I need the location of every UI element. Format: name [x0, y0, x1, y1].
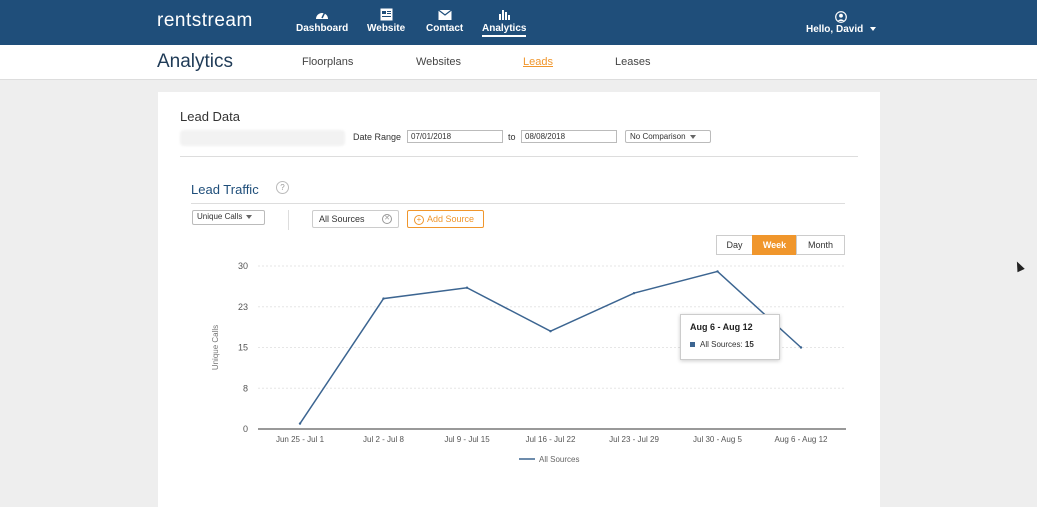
user-greeting: Hello, David	[805, 24, 864, 35]
data-point	[632, 291, 636, 295]
chart-tooltip: Aug 6 - Aug 12 All Sources: 15	[680, 314, 780, 360]
lead-traffic-chart: 0 8 15 23 30 Unique Calls Jun 25 - Jul 1 Jul 2 …	[211, 261, 846, 464]
x-tick-label: Jul 9 - Jul 15	[444, 435, 490, 444]
data-point	[298, 422, 302, 425]
tooltip-value: 15	[744, 340, 754, 349]
tab-floorplans[interactable]: Floorplans	[302, 56, 353, 68]
y-tick-label: 15	[238, 343, 248, 353]
x-tick-label: Jun 25 - Jul 1	[276, 435, 325, 444]
bar-chart-icon	[498, 10, 510, 20]
nav-dashboard-label: Dashboard	[296, 23, 349, 34]
page-title: Analytics	[157, 51, 234, 72]
nav-analytics[interactable]: Analytics	[482, 8, 527, 37]
y-tick-label: 0	[243, 424, 248, 434]
tab-leads[interactable]: Leads	[523, 56, 553, 68]
mouse-cursor-icon	[1013, 259, 1025, 273]
nav-dashboard[interactable]: Dashboard	[296, 8, 348, 34]
tab-websites[interactable]: Websites	[416, 56, 461, 68]
user-icon	[835, 11, 847, 23]
y-tick-label: 23	[238, 302, 248, 312]
nav-website[interactable]: Website	[367, 8, 405, 34]
y-axis-label: Unique Calls	[211, 325, 220, 370]
x-tick-label: Jul 2 - Jul 8	[363, 435, 404, 444]
top-navbar: rentstream Dashboard Website Contact Ana…	[0, 0, 1037, 45]
data-point	[549, 330, 552, 333]
x-tick-label: Jul 16 - Jul 22	[526, 435, 576, 444]
x-tick-label: Jul 30 - Aug 5	[693, 435, 742, 444]
envelope-icon	[437, 9, 452, 20]
series-swatch	[690, 342, 695, 348]
y-tick-label: 30	[238, 261, 248, 271]
sub-navbar: Analytics Floorplans Websites Leads Leas…	[0, 45, 1037, 80]
data-point	[799, 346, 803, 349]
legend-label: All Sources	[539, 455, 579, 464]
website-icon	[380, 8, 393, 21]
data-point	[382, 297, 385, 300]
tab-leases[interactable]: Leases	[615, 56, 650, 68]
tooltip-title: Aug 6 - Aug 12	[690, 322, 753, 332]
nav-contact[interactable]: Contact	[426, 8, 463, 34]
y-tick-label: 8	[243, 383, 248, 393]
data-point	[716, 270, 719, 273]
nav-analytics-label: Analytics	[482, 23, 527, 37]
nav-website-label: Website	[367, 23, 406, 34]
lead-data-card: Lead Data Date Range to No Comparison Le…	[158, 92, 880, 507]
chevron-down-icon	[870, 27, 876, 32]
tooltip-label: All Sources:	[700, 340, 743, 349]
logo[interactable]: rentstream	[157, 10, 253, 32]
nav-contact-label: Contact	[426, 23, 464, 34]
x-tick-label: Jul 23 - Jul 29	[609, 435, 659, 444]
dashboard-icon	[316, 11, 329, 19]
tooltip-row: All Sources: 15	[690, 340, 770, 349]
x-tick-label: Aug 6 - Aug 12	[775, 435, 828, 444]
user-menu[interactable]: Hello, David	[806, 11, 876, 35]
data-point	[465, 286, 469, 289]
